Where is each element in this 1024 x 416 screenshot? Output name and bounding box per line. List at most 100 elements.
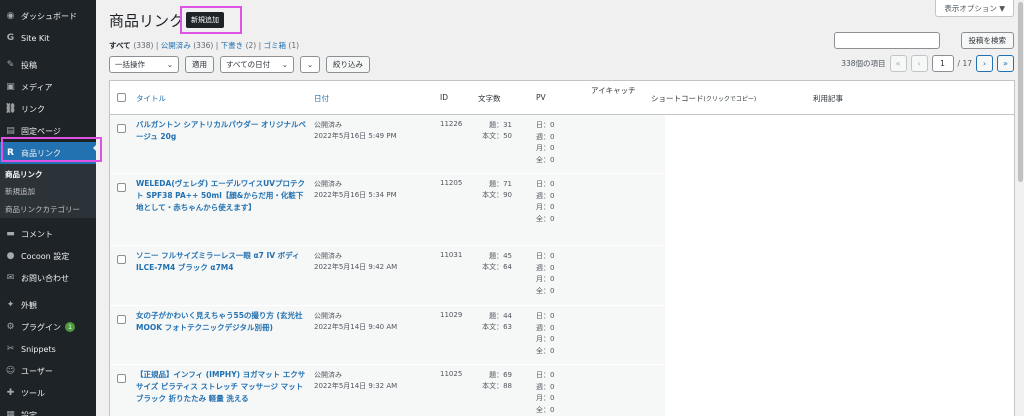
sidebar-item-label: コメント [21,229,53,239]
sidebar-item-label: Cocoon 設定 [21,251,70,261]
sidebar-item-label: ユーザー [21,366,53,376]
rinker-icon: R [7,148,14,158]
current-page-input[interactable]: 1 [931,55,954,72]
table-row: ソニー フルサイズミラーレス一眼 α7 IV ボディ ILCE-7M4 ブラック… [110,246,1014,305]
sidebar-item-pin[interactable]: ✎ 投稿 [0,54,96,76]
submenu-item-0[interactable]: 商品リンク [0,164,96,182]
row-checkbox[interactable] [117,255,126,264]
user-icon: ☺ [5,366,16,376]
sidebar-item-mail[interactable]: ✉ お問い合わせ [0,267,96,289]
column-date[interactable]: 日付 [314,93,329,104]
row-checkbox[interactable] [117,124,126,133]
filter-all[interactable]: すべて (338) [109,41,153,50]
sidebar-item-label: Snippets [21,344,56,354]
row-checkbox[interactable] [117,183,126,192]
dashboard-icon: ◉ [6,11,15,21]
chevron-down-icon: ⌄ [306,59,314,69]
status-filter-links: すべて (338) | 公開済み (336) | 下書き (2) | ゴミ箱 (… [109,41,300,50]
row-date: 公開済み 2022年5月14日 9:42 AM [314,252,398,271]
next-page-button[interactable]: › [976,55,993,72]
sidebar-item-label: お問い合わせ [21,273,69,283]
main-content: 表示オプション ▼ 商品リンク 新規追加 すべて (338) | 公開済み (3… [96,0,1024,416]
filter-button[interactable]: 絞り込み [326,55,370,73]
search-input[interactable] [834,32,940,49]
sidebar-item-label: メディア [21,82,53,92]
sidebar-item-snippets[interactable]: ✂ Snippets [0,338,96,360]
sidebar-item-link[interactable]: ⛓ リンク [0,98,96,120]
sidebar-item-appearance[interactable]: ✦ 外観 [0,294,96,316]
apply-button[interactable]: 適用 [185,55,214,73]
row-empty-cells [665,115,1014,173]
cocoon-icon: ● [6,251,15,261]
row-empty-cells [665,365,1014,416]
row-date: 公開済み 2022年5月16日 5:34 PM [314,180,397,199]
screen-options-button[interactable]: 表示オプション ▼ [935,0,1014,17]
chevron-down-icon: ⌄ [281,59,288,69]
scrollbar-thumb[interactable] [1018,2,1023,182]
row-pv: 日：0 週：0 月：0 全：0 [536,252,555,295]
column-title[interactable]: タイトル [136,93,166,104]
submenu-item-1[interactable]: 新規追加 [0,182,96,200]
category-filter-select[interactable]: ⌄ [300,55,320,73]
sidebar-item-comment[interactable]: ▬ コメント [0,223,96,245]
sidebar-item-label: ダッシュボード [21,11,77,21]
sidebar-item-settings[interactable]: ▦ 設定 [0,404,96,416]
row-id: 11205 [440,179,463,187]
scrollbar[interactable] [1016,0,1024,416]
filter-draft[interactable]: 下書き (2) [221,41,257,50]
row-chars: 題：44 本文：63 [482,312,512,331]
sidebar-item-label: 外観 [21,300,37,310]
sidebar-item-user[interactable]: ☺ ユーザー [0,360,96,382]
add-new-button[interactable]: 新規追加 [186,12,224,28]
row-title-link[interactable]: バルガントン シアトリカルパウダー オリジナルベージュ 20g [136,119,306,143]
sidebar-item-plugin[interactable]: ⚙ プラグイン 1 [0,316,96,338]
row-pv: 日：0 週：0 月：0 全：0 [536,371,555,414]
bulk-action-select[interactable]: 一括操作 ⌄ [109,55,179,73]
row-title-link[interactable]: ソニー フルサイズミラーレス一眼 α7 IV ボディ ILCE-7M4 ブラック… [136,250,306,274]
sidebar-item-dashboard[interactable]: ◉ ダッシュボード [0,5,96,27]
sidebar-item-tools[interactable]: ✚ ツール [0,382,96,404]
media-icon: ▣ [6,82,15,92]
chevron-down-icon: ⌄ [166,59,173,69]
mail-icon: ✉ [6,273,15,283]
row-title-link[interactable]: 【正規品】インフィ (IMPHY) ヨガマット エクササイズ ピラティス ストレ… [136,369,306,405]
first-page-button: « [889,55,907,72]
row-pv: 日：0 週：0 月：0 全：0 [536,180,555,223]
row-empty-cells [665,174,1014,245]
table-row: WELEDA(ヴェレダ) エーデルワイスUVプロテクト SPF38 PA++ 5… [110,174,1014,245]
row-date: 公開済み 2022年5月16日 5:49 PM [314,121,397,140]
row-id: 11029 [440,311,463,319]
total-pages: / 17 [957,59,972,68]
sidebar-item-cocoon[interactable]: ● Cocoon 設定 [0,245,96,267]
sidebar-item-label: 商品リンク [21,148,61,158]
filter-trash[interactable]: ゴミ箱 (1) [264,41,300,50]
filter-published[interactable]: 公開済み (336) [161,41,214,50]
sidebar-item-rinker[interactable]: R 商品リンク [0,142,96,164]
select-all-checkbox[interactable] [117,93,126,102]
last-page-button[interactable]: » [997,55,1014,72]
row-pv: 日：0 週：0 月：0 全：0 [536,121,555,164]
snippets-icon: ✂ [6,344,15,354]
page-icon: ▤ [6,126,15,136]
submenu-item-2[interactable]: 商品リンクカテゴリー [0,200,96,218]
appearance-icon: ✦ [6,300,15,310]
row-pv: 日：0 週：0 月：0 全：0 [536,312,555,355]
row-checkbox[interactable] [117,315,126,324]
row-checkbox[interactable] [117,374,126,383]
sidebar-item-label: 固定ページ [21,126,61,136]
row-title-link[interactable]: WELEDA(ヴェレダ) エーデルワイスUVプロテクト SPF38 PA++ 5… [136,178,306,214]
tools-icon: ✚ [6,388,15,398]
date-filter-select[interactable]: すべての日付 ⌄ [220,55,294,73]
comment-icon: ▬ [6,229,15,239]
search-button[interactable]: 投稿を検索 [960,32,1014,49]
table-nav-top: 一括操作 ⌄ 適用 すべての日付 ⌄ ⌄ 絞り込み [109,55,370,73]
sidebar-item-media[interactable]: ▣ メディア [0,76,96,98]
sidebar-item-page[interactable]: ▤ 固定ページ [0,120,96,142]
row-title-link[interactable]: 女の子がかわいく見えちゃう55の撮り方 (玄光社MOOK フォトテクニックデジタ… [136,310,306,334]
column-eyecatch: アイキャッチ [591,86,636,95]
sidebar-item-sitekit[interactable]: G Site Kit [0,27,96,49]
sidebar-item-label: Site Kit [21,33,50,43]
table-header: タイトル 日付 ID 文字数 PV アイキャッチ ショートコード(クリックでコピ… [110,81,1014,115]
settings-icon: ▦ [6,410,15,416]
plugin-icon: ⚙ [6,322,15,332]
